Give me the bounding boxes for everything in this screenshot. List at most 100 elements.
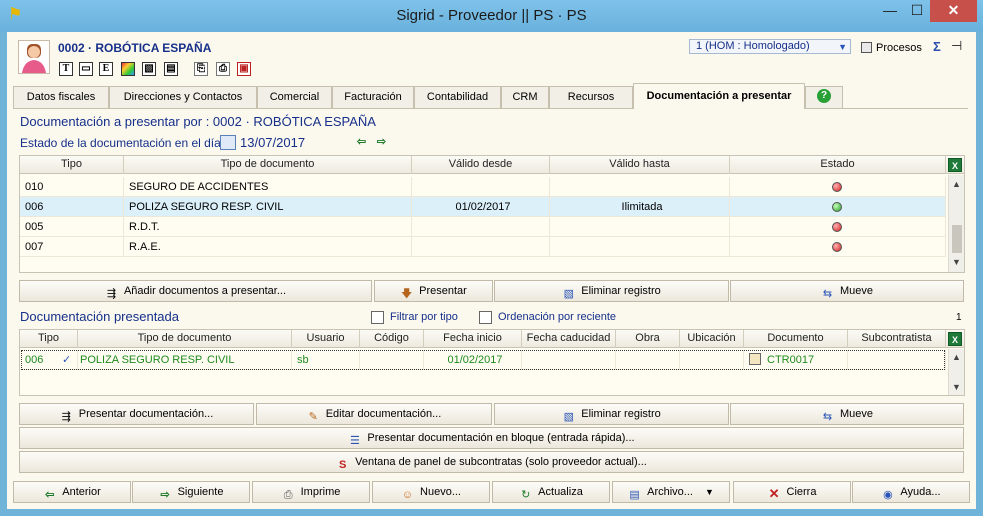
pin-icon[interactable]: ⊣ bbox=[951, 38, 962, 54]
cell-codigo bbox=[360, 350, 424, 370]
calendar-icon[interactable] bbox=[220, 135, 236, 150]
close-button[interactable]: ✕ Cierra bbox=[733, 481, 851, 503]
date-value[interactable]: 13/07/2017 bbox=[240, 135, 305, 150]
processes-link[interactable]: Procesos bbox=[876, 42, 922, 54]
col-valido-hasta[interactable]: Válido hasta bbox=[550, 156, 730, 174]
new-button[interactable]: ☺ Nuevo... bbox=[372, 481, 490, 503]
table-row[interactable]: 010 SEGURO DE ACCIDENTES bbox=[20, 177, 946, 197]
delete-pending-button[interactable]: ▧ Eliminar registro bbox=[494, 280, 729, 302]
scroll-up-icon[interactable]: ▲ bbox=[949, 350, 964, 364]
note-icon[interactable]: ▭ bbox=[79, 62, 93, 76]
col-ubicacion[interactable]: Ubicación bbox=[680, 330, 744, 348]
homologation-select[interactable]: 1 (HOM : Homologado) ▼ bbox=[689, 39, 851, 54]
edit-docs-button[interactable]: ✎ Editar documentación... bbox=[256, 403, 492, 425]
move-pending-button[interactable]: ⇆ Mueve bbox=[730, 280, 964, 302]
printer-icon: ⎙ bbox=[283, 489, 293, 501]
refresh-button[interactable]: ↻ Actualiza bbox=[492, 481, 610, 503]
presented-table-scrollbar[interactable]: ▲ ▼ bbox=[948, 349, 964, 395]
col-valido-desde[interactable]: Válido desde bbox=[412, 156, 550, 174]
add-documents-button[interactable]: ⇶ Añadir documentos a presentar... bbox=[19, 280, 372, 302]
avatar bbox=[18, 40, 50, 74]
tab-contabilidad[interactable]: Contabilidad bbox=[414, 86, 501, 108]
attachment-icon[interactable]: ▤ bbox=[164, 62, 178, 76]
excel-export-icon[interactable]: X bbox=[948, 332, 962, 346]
scroll-up-icon[interactable]: ▲ bbox=[949, 177, 964, 191]
minimize-button[interactable]: — bbox=[876, 0, 904, 22]
bulk-present-button[interactable]: ☰ Presentar documentación en bloque (entr… bbox=[19, 427, 964, 449]
move-presented-button[interactable]: ⇆ Mueve bbox=[730, 403, 964, 425]
delete-presented-button[interactable]: ▧ Eliminar registro bbox=[494, 403, 729, 425]
subcontract-panel-button[interactable]: S Ventana de panel de subcontratas (solo … bbox=[19, 451, 964, 473]
print-button[interactable]: ⎙ Imprime bbox=[252, 481, 370, 503]
pending-table-scrollbar[interactable]: ▲ ▼ bbox=[948, 175, 964, 272]
col-tipo[interactable]: Tipo bbox=[20, 330, 78, 348]
cell-doc: R.A.E. bbox=[124, 237, 412, 257]
tab-comercial[interactable]: Comercial bbox=[257, 86, 332, 108]
close-window-button[interactable]: ✕ bbox=[930, 0, 977, 22]
tab-documentacion[interactable]: Documentación a presentar bbox=[633, 83, 805, 109]
presented-docs-table: Tipo Tipo de documento Usuario Código Fe… bbox=[19, 329, 965, 396]
present-docs-button[interactable]: ⇶ Presentar documentación... bbox=[19, 403, 254, 425]
tab-facturacion[interactable]: Facturación bbox=[332, 86, 414, 108]
table-row[interactable]: 006 ✓ POLIZA SEGURO RESP. CIVIL sb 01/02/… bbox=[20, 350, 946, 370]
scroll-thumb[interactable] bbox=[952, 225, 962, 253]
next-date-icon[interactable]: ⇨ bbox=[374, 135, 389, 150]
col-tipo-documento[interactable]: Tipo de documento bbox=[124, 156, 412, 174]
homologation-value: 1 (HOM : Homologado) bbox=[696, 40, 810, 52]
add-docs-icon: ⇶ bbox=[106, 288, 117, 300]
tab-datos-fiscales[interactable]: Datos fiscales bbox=[13, 86, 109, 108]
table-row[interactable]: 006 POLIZA SEGURO RESP. CIVIL 01/02/2017… bbox=[20, 197, 946, 217]
move-icon: ⇆ bbox=[822, 411, 833, 423]
previous-button[interactable]: ⇦ Anterior bbox=[13, 481, 131, 503]
print-icon[interactable]: ⎙ bbox=[216, 62, 230, 76]
col-fecha-inicio[interactable]: Fecha inicio bbox=[424, 330, 522, 348]
delete-label: Eliminar registro bbox=[581, 408, 661, 420]
col-documento[interactable]: Documento bbox=[744, 330, 848, 348]
tab-recursos[interactable]: Recursos bbox=[549, 86, 633, 108]
cell-documento: CTR0017 bbox=[744, 350, 848, 370]
scroll-down-icon[interactable]: ▼ bbox=[949, 255, 964, 269]
filter-checkbox[interactable] bbox=[371, 311, 384, 324]
edit-docs-label: Editar documentación... bbox=[325, 408, 442, 420]
col-estado[interactable]: Estado bbox=[730, 156, 946, 174]
help-button[interactable]: ◉ Ayuda... bbox=[852, 481, 970, 503]
tab-crm[interactable]: CRM bbox=[501, 86, 549, 108]
preview-icon[interactable]: ⎘ bbox=[194, 62, 208, 76]
col-subcontratista[interactable]: Subcontratista bbox=[848, 330, 946, 348]
col-usuario[interactable]: Usuario bbox=[292, 330, 360, 348]
maximize-button[interactable]: ☐ bbox=[904, 0, 930, 22]
table-row[interactable]: 007 R.A.E. bbox=[20, 237, 946, 257]
col-tipo[interactable]: Tipo bbox=[20, 156, 124, 174]
present-icon: 🡇 bbox=[400, 288, 413, 300]
tab-divider bbox=[13, 108, 968, 109]
next-button[interactable]: ⇨ Siguiente bbox=[132, 481, 250, 503]
col-obra[interactable]: Obra bbox=[616, 330, 680, 348]
cell-doc: SEGURO DE ACCIDENTES bbox=[124, 177, 412, 197]
order-checkbox[interactable] bbox=[479, 311, 492, 324]
sigma-icon[interactable]: Σ bbox=[933, 39, 941, 54]
cell-desde bbox=[412, 217, 550, 237]
help-icon[interactable]: ? bbox=[817, 89, 831, 103]
col-fecha-caducidad[interactable]: Fecha caducidad bbox=[522, 330, 616, 348]
text-format-icon[interactable]: T bbox=[59, 62, 73, 76]
chevron-down-icon[interactable]: ▼ bbox=[705, 487, 714, 497]
table-row[interactable]: 005 R.D.T. bbox=[20, 217, 946, 237]
pattern-icon[interactable]: ▧ bbox=[142, 62, 156, 76]
processes-icon[interactable] bbox=[861, 42, 872, 53]
tab-direcciones[interactable]: Direcciones y Contactos bbox=[109, 86, 257, 108]
cell-obra bbox=[616, 350, 680, 370]
documento-value[interactable]: CTR0017 bbox=[767, 354, 814, 366]
prev-date-icon[interactable]: ⇦ bbox=[354, 135, 369, 150]
col-codigo[interactable]: Código bbox=[360, 330, 424, 348]
archive-button[interactable]: ▤ Archivo... ▼ bbox=[612, 481, 730, 503]
present-button[interactable]: 🡇 Presentar bbox=[374, 280, 493, 302]
edit-icon[interactable]: E bbox=[99, 62, 113, 76]
excel-export-icon[interactable]: X bbox=[948, 158, 962, 172]
col-tipo-documento[interactable]: Tipo de documento bbox=[78, 330, 292, 348]
pdf-icon[interactable]: ▣ bbox=[237, 62, 251, 76]
document-icon[interactable] bbox=[749, 353, 761, 365]
scroll-down-icon[interactable]: ▼ bbox=[949, 380, 964, 394]
color-icon[interactable] bbox=[121, 62, 135, 76]
status-red-icon bbox=[832, 242, 842, 252]
section2-title: Documentación presentada bbox=[20, 309, 179, 324]
